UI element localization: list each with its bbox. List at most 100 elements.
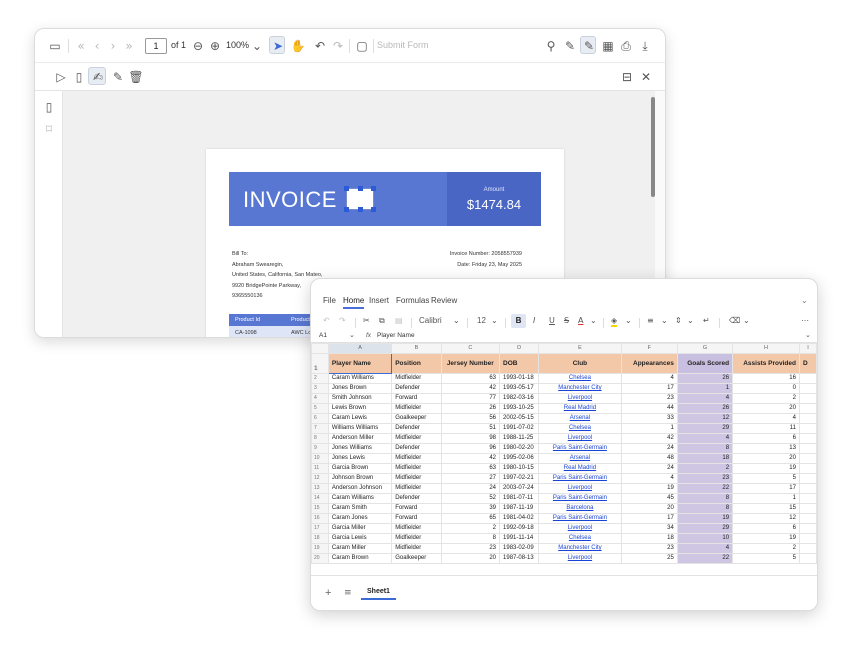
position-cell[interactable]: Midfielder bbox=[391, 533, 442, 544]
assists-cell[interactable]: 2 bbox=[732, 393, 800, 404]
empty-cell[interactable] bbox=[798, 513, 817, 524]
empty-cell[interactable] bbox=[798, 523, 817, 534]
assists-cell[interactable]: 6 bbox=[732, 433, 800, 444]
assists-cell[interactable]: 1 bbox=[732, 493, 800, 504]
next-page-icon[interactable]: › bbox=[105, 38, 121, 54]
goals-cell[interactable]: 18 bbox=[676, 453, 734, 464]
delete-icon[interactable]: 🗑 bbox=[128, 69, 144, 85]
appearances-cell[interactable]: 24 bbox=[620, 463, 678, 474]
dob-cell[interactable]: 1993-05-17 bbox=[499, 383, 540, 394]
row-number[interactable]: 12 bbox=[311, 473, 329, 484]
appearances-cell[interactable]: 4 bbox=[620, 373, 678, 384]
thumbnails-icon[interactable]: ▯ bbox=[41, 99, 57, 115]
form-fields-icon[interactable]: ▦ bbox=[600, 38, 616, 54]
sheet-list-icon[interactable]: ≡ bbox=[344, 588, 352, 598]
club-link-cell[interactable]: Paris Saint-Germain bbox=[538, 493, 622, 504]
dob-cell[interactable]: 1993-01-18 bbox=[499, 373, 540, 384]
club-link-cell[interactable]: Real Madrid bbox=[538, 463, 622, 474]
dob-cell[interactable]: 1983-02-09 bbox=[499, 543, 540, 554]
empty-cell[interactable] bbox=[798, 413, 817, 424]
chevron-down-icon[interactable]: ⌄ bbox=[249, 38, 265, 54]
chevron-down-icon[interactable]: ⌄ bbox=[349, 331, 355, 339]
assists-cell[interactable]: 5 bbox=[732, 553, 800, 564]
document-icon[interactable]: ▯ bbox=[71, 69, 87, 85]
row-number[interactable]: 11 bbox=[311, 463, 329, 474]
collapse-ribbon-icon[interactable]: ⌄ bbox=[801, 296, 808, 305]
undo-icon[interactable]: ↶ bbox=[323, 316, 330, 325]
goals-cell[interactable]: 23 bbox=[676, 473, 734, 484]
row-number[interactable]: 5 bbox=[311, 403, 329, 414]
position-cell[interactable]: Defender bbox=[391, 443, 442, 454]
position-cell[interactable]: Defender bbox=[391, 493, 442, 504]
dob-cell[interactable]: 1987-08-13 bbox=[499, 553, 540, 564]
wrap-text-icon[interactable]: ↵ bbox=[703, 316, 710, 325]
row-number[interactable]: 18 bbox=[311, 533, 329, 544]
fill-color-icon[interactable]: ◈ bbox=[611, 316, 618, 327]
club-link-cell[interactable]: Manchester City bbox=[538, 543, 622, 554]
expand-formula-icon[interactable]: ⌄ bbox=[805, 331, 811, 339]
selection-tool-button[interactable]: ➤ bbox=[269, 36, 285, 54]
empty-cell[interactable] bbox=[798, 433, 817, 444]
column-header[interactable]: I bbox=[798, 343, 817, 354]
jersey-number-cell[interactable]: 63 bbox=[440, 463, 501, 474]
row-number[interactable]: 7 bbox=[311, 423, 329, 434]
assists-cell[interactable]: 12 bbox=[732, 513, 800, 524]
goals-cell[interactable]: 2 bbox=[676, 463, 734, 474]
appearances-cell[interactable]: 44 bbox=[620, 403, 678, 414]
header-cell[interactable]: Appearances bbox=[620, 353, 678, 374]
position-cell[interactable]: Midfielder bbox=[391, 473, 442, 484]
club-link-cell[interactable]: Chelsea bbox=[538, 423, 622, 434]
assists-cell[interactable]: 11 bbox=[732, 423, 800, 434]
club-link-cell[interactable]: Arsenal bbox=[538, 413, 622, 424]
chevron-down-icon[interactable]: ⌄ bbox=[590, 316, 597, 325]
assists-cell[interactable]: 5 bbox=[732, 473, 800, 484]
position-cell[interactable]: Midfielder bbox=[391, 483, 442, 494]
empty-cell[interactable] bbox=[798, 373, 817, 384]
bookmark-icon[interactable]: ⌑ bbox=[41, 121, 57, 137]
sheet-table[interactable]: A B C D E F G H I 1 Player Name Position Jersey Numb… bbox=[311, 343, 817, 564]
assists-cell[interactable]: 19 bbox=[732, 463, 800, 474]
goals-cell[interactable]: 8 bbox=[676, 503, 734, 514]
assists-cell[interactable]: 0 bbox=[732, 383, 800, 394]
dob-cell[interactable]: 2003-07-24 bbox=[499, 483, 540, 494]
dob-cell[interactable]: 1995-02-06 bbox=[499, 453, 540, 464]
goals-cell[interactable]: 12 bbox=[676, 413, 734, 424]
column-header[interactable]: E bbox=[538, 343, 622, 354]
position-cell[interactable]: Midfielder bbox=[391, 463, 442, 474]
assists-cell[interactable]: 13 bbox=[732, 443, 800, 454]
more-options-icon[interactable]: ⋯ bbox=[801, 316, 809, 325]
dob-cell[interactable]: 1981-04-02 bbox=[499, 513, 540, 524]
clear-format-icon[interactable]: ⌫ bbox=[729, 316, 740, 325]
tab-file[interactable]: File bbox=[323, 296, 336, 305]
header-cell[interactable]: Jersey Number bbox=[440, 353, 501, 374]
player-name-cell[interactable]: Jones Lewis bbox=[327, 453, 393, 464]
search-icon[interactable]: ⚲ bbox=[543, 38, 559, 54]
empty-cell[interactable] bbox=[798, 503, 817, 514]
player-name-cell[interactable]: Garcia Miller bbox=[327, 523, 393, 534]
row-number[interactable]: 13 bbox=[311, 483, 329, 494]
player-name-cell[interactable]: Lewis Brown bbox=[327, 403, 393, 414]
download-icon[interactable]: ⤓ bbox=[637, 38, 653, 54]
zoom-out-icon[interactable]: ⊖ bbox=[190, 38, 206, 54]
dob-cell[interactable]: 2002-05-15 bbox=[499, 413, 540, 424]
club-link-cell[interactable]: Barcelona bbox=[538, 503, 622, 514]
position-cell[interactable]: Midfielder bbox=[391, 373, 442, 384]
font-size-dropdown[interactable]: 12 bbox=[477, 316, 486, 325]
font-name-dropdown[interactable]: Calibri bbox=[419, 316, 442, 325]
player-name-cell[interactable]: Williams Williams bbox=[327, 423, 393, 434]
pan-hand-icon[interactable]: ✋ bbox=[290, 38, 306, 54]
formula-input[interactable]: Player Name bbox=[377, 332, 415, 339]
italic-button[interactable]: I bbox=[533, 316, 535, 325]
position-cell[interactable]: Defender bbox=[391, 423, 442, 434]
redo-icon[interactable]: ↷ bbox=[339, 316, 346, 325]
goals-cell[interactable]: 22 bbox=[676, 483, 734, 494]
club-link-cell[interactable]: Liverpool bbox=[538, 523, 622, 534]
appearances-cell[interactable]: 23 bbox=[620, 543, 678, 554]
row-number[interactable]: 14 bbox=[311, 493, 329, 504]
goals-cell[interactable]: 10 bbox=[676, 533, 734, 544]
header-cell[interactable]: DOB bbox=[499, 353, 540, 374]
page-number-input[interactable]: 1 bbox=[145, 38, 167, 54]
club-link-cell[interactable]: Chelsea bbox=[538, 373, 622, 384]
position-cell[interactable]: Goalkeeper bbox=[391, 413, 442, 424]
goals-cell[interactable]: 29 bbox=[676, 423, 734, 434]
